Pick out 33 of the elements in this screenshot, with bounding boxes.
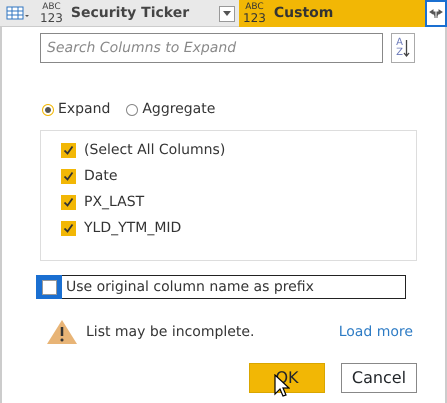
radio-label: Aggregate — [142, 100, 216, 119]
radio-button[interactable] — [42, 104, 54, 116]
checkbox[interactable] — [42, 280, 56, 294]
radio-button[interactable] — [126, 104, 138, 116]
cancel-button[interactable]: Cancel — [341, 363, 417, 393]
load-more-link[interactable]: Load more — [338, 322, 413, 342]
checkbox[interactable] — [61, 168, 76, 184]
warning-icon — [46, 319, 78, 345]
column-option[interactable]: PX_LAST — [84, 192, 144, 212]
expand-icon — [429, 8, 443, 18]
search-field[interactable]: Search Columns to Expand — [40, 33, 383, 63]
dropdown-button[interactable] — [219, 6, 235, 22]
type-icon: ABC 123 — [40, 3, 63, 24]
column-option[interactable]: Date — [84, 166, 118, 186]
checkbox[interactable] — [61, 220, 76, 236]
warning-text: List may be incomplete. — [86, 322, 256, 342]
radio-label: Expand — [58, 100, 110, 119]
column-title: Custom — [274, 4, 334, 23]
checkbox[interactable] — [61, 194, 76, 210]
radio-option[interactable]: Expand — [42, 99, 110, 120]
column-option[interactable]: YLD_YTM_MID — [84, 218, 182, 238]
column-option[interactable]: (Select All Columns) — [84, 140, 226, 160]
prefix-option[interactable]: Use original column name as prefix — [36, 275, 406, 299]
caret-icon — [223, 11, 231, 16]
sort-button[interactable]: A Z — [391, 33, 415, 63]
type-icon: ABC 123 — [243, 3, 266, 24]
checkbox[interactable] — [61, 142, 76, 158]
column-title: Security Ticker — [70, 4, 190, 23]
radio-option[interactable]: Aggregate — [126, 99, 216, 120]
arrow-icon — [402, 39, 410, 57]
expand-button[interactable] — [425, 0, 447, 27]
table-icon[interactable] — [6, 6, 30, 20]
prefix-label: Use original column name as prefix — [66, 278, 314, 296]
